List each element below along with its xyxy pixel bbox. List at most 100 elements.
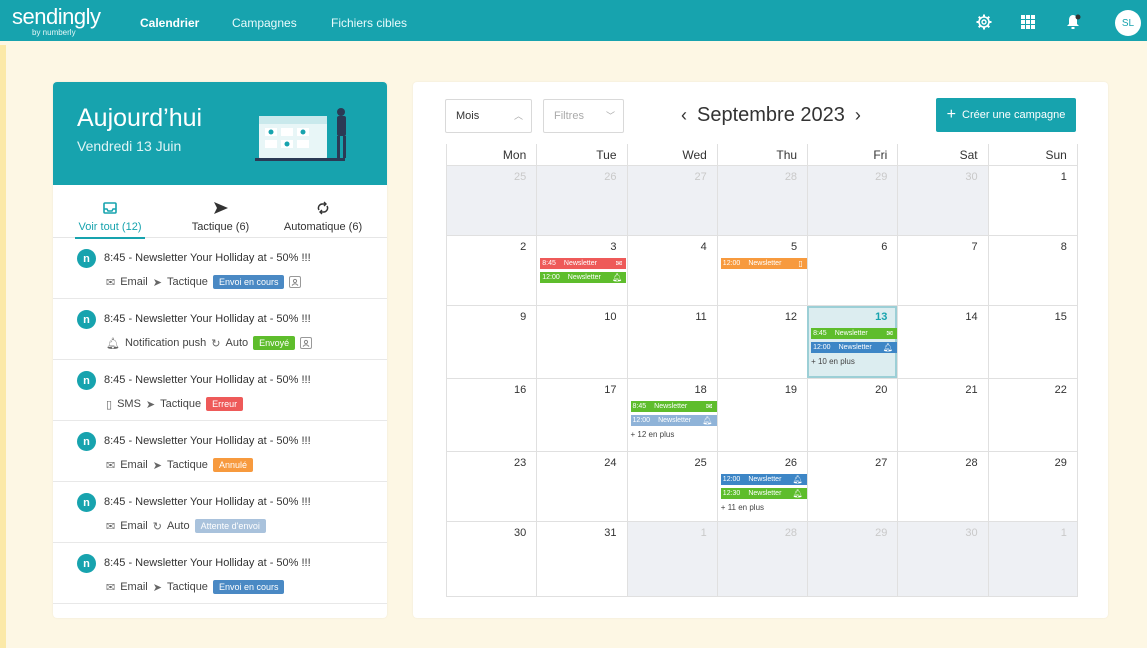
day-number: 1 (700, 527, 707, 539)
tab-automatique[interactable]: Automatique (6) (278, 185, 368, 238)
create-campaign-button[interactable]: + Créer une campagne (936, 98, 1076, 132)
calendar-day-cell[interactable]: 12 (716, 306, 807, 378)
more-events-link[interactable]: + 10 en plus (811, 357, 855, 366)
calendar-day-cell[interactable]: 28 (716, 166, 808, 235)
envelope-icon: ✉ (886, 329, 894, 338)
calendar-day-cell[interactable]: 27 (626, 166, 717, 235)
event-chip-time: 12:00 (542, 274, 560, 281)
event-list-item[interactable]: n 8:45 - Newsletter Your Holliday at - 5… (53, 360, 387, 421)
calendar-day-cell[interactable]: 6 (807, 236, 897, 305)
nav-calendrier[interactable]: Calendrier (140, 0, 199, 45)
calendar-day-cell[interactable]: 10 (536, 306, 626, 378)
calendar-event-chip[interactable]: 8:45 Newsletter ✉ (630, 401, 717, 412)
calendar-day-cell[interactable]: 27 (807, 452, 897, 521)
calendar-day-cell[interactable]: 1 (987, 522, 1078, 596)
calendar-day-cell[interactable]: 29 (807, 166, 898, 235)
calendar-event-chip[interactable]: 12:00 Newsletter 🔔︎ (811, 342, 898, 353)
day-number: 21 (965, 384, 978, 396)
event-chip-time: 8:45 (632, 403, 647, 410)
calendar-day-cell[interactable]: 16 (446, 379, 536, 451)
user-icon[interactable] (289, 276, 302, 288)
event-list-item[interactable]: n 8:45 - Newsletter Your Holliday at - 5… (53, 482, 387, 543)
event-list-item[interactable]: n 8:45 - Newsletter Your Holliday at - 5… (53, 421, 387, 482)
calendar-day-cell[interactable]: 15 (987, 306, 1078, 378)
event-meta: ✉ Email ➤ Tactique Envoi en cours (106, 275, 302, 289)
weekday-label: Wed (626, 144, 717, 165)
more-events-link[interactable]: + 11 en plus (721, 503, 764, 512)
view-select[interactable]: Mois ︿ (445, 99, 532, 133)
calendar-day-cell[interactable]: 17 (536, 379, 626, 451)
calendar-day-cell[interactable]: 30 (446, 522, 536, 596)
calendar-day-cell[interactable]: 22 (987, 379, 1078, 451)
tab-voir-tout[interactable]: Voir tout (12) (75, 185, 145, 239)
calendar-day-cell[interactable]: 20 (807, 379, 897, 451)
calendar-day-cell[interactable]: 18 8:45 Newsletter ✉ 12:00 Newsletter 🔔︎ + 12 e… (626, 379, 717, 451)
day-number: 7 (971, 241, 978, 253)
filter-select[interactable]: Filtres ﹀ (543, 99, 624, 133)
user-avatar[interactable]: SL (1115, 10, 1141, 36)
app-logo[interactable]: sendingly by numberly (12, 6, 101, 38)
calendar-day-cell-today[interactable]: 13 8:45 Newsletter ✉ 12:00 Newsletter 🔔︎ + 10 e… (807, 306, 898, 378)
calendar-day-cell[interactable]: 1 (626, 522, 717, 596)
calendar-day-cell[interactable]: 5 12:00 Newsletter ▯ (716, 236, 807, 305)
calendar-day-cell[interactable]: 30 (897, 166, 988, 235)
more-events-link[interactable]: + 12 en plus (631, 430, 675, 439)
apps-grid-icon[interactable] (1019, 13, 1037, 31)
settings-gear-icon[interactable] (975, 13, 993, 31)
calendar-day-cell[interactable]: 31 (536, 522, 626, 596)
calendar-day-cell[interactable]: 24 (536, 452, 626, 521)
calendar-event-chip[interactable]: 12:00 Newsletter 🔔︎ (630, 415, 717, 426)
calendar-event-chip[interactable]: 12:00 Newsletter 🔔︎ (720, 474, 807, 485)
calendar-day-cell[interactable]: 21 (897, 379, 987, 451)
calendar-day-cell[interactable]: 25 (446, 166, 537, 235)
calendar-day-cell[interactable]: 26 (536, 166, 627, 235)
send-icon (178, 197, 263, 219)
event-mode: Tactique (166, 276, 208, 288)
event-list-item[interactable]: n 8:45 - Newsletter Your Holliday at - 5… (53, 238, 387, 299)
calendar-day-cell[interactable]: 25 (626, 452, 717, 521)
calendar-day-cell[interactable]: 11 (626, 306, 717, 378)
event-meta: 🔔︎ Notification push ↻ Auto Envoyé (106, 336, 313, 350)
calendar-day-cell[interactable]: 8 (987, 236, 1078, 305)
send-icon: ➤ (152, 459, 162, 472)
calendar-day-cell[interactable]: 28 (897, 452, 987, 521)
next-month-icon[interactable]: › (855, 105, 861, 126)
event-chip-time: 8:45 (813, 330, 827, 337)
calendar-week-row: 25 26 27 28 29 30 1 (446, 166, 1078, 236)
user-icon[interactable] (300, 337, 313, 349)
event-list-item[interactable]: n 8:45 - Newsletter Your Holliday at - 5… (53, 543, 387, 604)
refresh-icon: ↻ (211, 337, 221, 350)
calendar-day-cell[interactable]: 4 (626, 236, 717, 305)
calendar-day-cell[interactable]: 23 (446, 452, 536, 521)
calendar-event-chip[interactable]: 8:45 Newsletter ✉ (811, 328, 898, 339)
day-number: 26 (784, 457, 798, 469)
notification-bell-icon[interactable] (1064, 13, 1082, 31)
tab-tactique[interactable]: Tactique (6) (178, 185, 263, 238)
calendar-day-cell[interactable]: 7 (897, 236, 987, 305)
create-campaign-label: Créer une campagne (962, 109, 1066, 121)
calendar-day-cell[interactable]: 19 (716, 379, 807, 451)
inbox-icon (75, 197, 145, 219)
nav-fichiers-cibles[interactable]: Fichiers cibles (331, 0, 407, 45)
calendar-day-cell[interactable]: 3 8:45 Newsletter ✉ 12:00 Newsletter 🔔︎ (536, 236, 627, 305)
calendar-event-chip[interactable]: 8:45 Newsletter ✉ (540, 258, 627, 269)
calendar-event-chip[interactable]: 12:30 Newsletter 🔔︎ (720, 488, 807, 499)
calendar-day-cell[interactable]: 1 (987, 166, 1078, 235)
calendar-day-cell[interactable]: 29 (987, 452, 1078, 521)
nav-campagnes[interactable]: Campagnes (232, 0, 297, 45)
event-list-item[interactable]: n 8:45 - Newsletter Your Holliday at - 5… (53, 299, 387, 360)
calendar-day-cell[interactable]: 26 12:00 Newsletter 🔔︎ 12:30 Newsletter 🔔︎ + 11… (716, 452, 807, 521)
calendar-day-cell[interactable]: 30 (897, 522, 988, 596)
page-edge (0, 45, 6, 648)
calendar-event-chip[interactable]: 12:00 Newsletter ▯ (720, 258, 807, 269)
calendar-day-cell[interactable]: 14 (897, 306, 987, 378)
status-badge: Envoi en cours (212, 580, 285, 594)
calendar-day-cell[interactable]: 9 (446, 306, 536, 378)
prev-month-icon[interactable]: ‹ (681, 105, 687, 126)
weekday-label: Fri (807, 144, 897, 165)
calendar-day-cell[interactable]: 29 (807, 522, 898, 596)
calendar-event-chip[interactable]: 12:00 Newsletter 🔔︎ (540, 272, 627, 283)
refresh-icon: ↻ (152, 520, 162, 533)
calendar-day-cell[interactable]: 28 (716, 522, 808, 596)
calendar-day-cell[interactable]: 2 (446, 236, 536, 305)
